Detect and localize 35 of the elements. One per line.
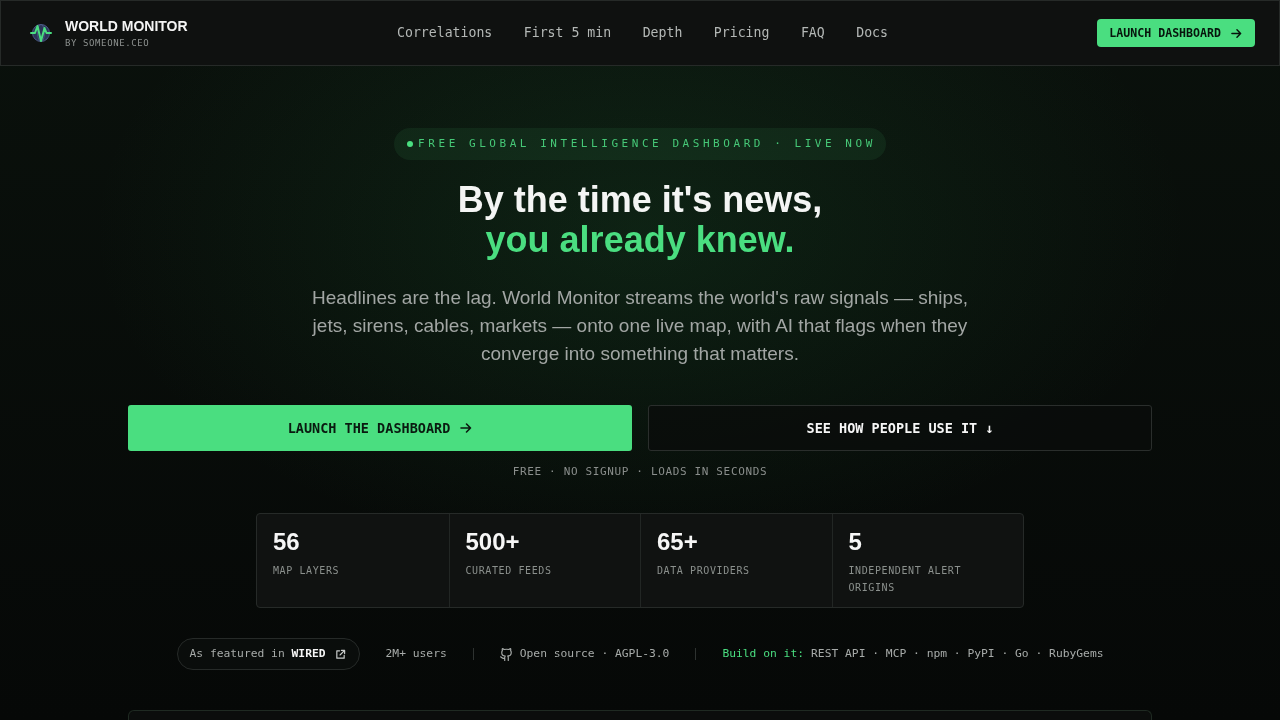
- nav-link[interactable]: Depth: [642, 24, 683, 42]
- nav-link[interactable]: Docs: [856, 24, 888, 42]
- stat-label: INDEPENDENT ALERT ORIGINS: [848, 564, 963, 595]
- stat-value: 56: [273, 528, 301, 556]
- stat-label: CURATED FEEDS: [465, 564, 553, 578]
- headline-line: By the time it's news,: [457, 180, 823, 220]
- stat-label: DATA PROVIDERS: [657, 564, 751, 578]
- build-label: Build on it:: [722, 646, 805, 662]
- arrow-right-icon: [460, 422, 473, 434]
- nav-link[interactable]: FAQ: [800, 24, 825, 42]
- license-text: Open source · AGPL-3.0: [519, 646, 670, 662]
- brand-name: WORLD MONITOR: [65, 17, 188, 35]
- hero-description: Headlines are the lag. World Monitor streams the world's raw signals — ships, jets, sirens, cables, markets — onto one live map, with AI that flags when they converge into something that matters.: [311, 286, 969, 366]
- nav-link[interactable]: Correlations: [397, 24, 493, 42]
- stat-label: MAP LAYERS: [273, 564, 341, 578]
- hero-note: FREE · NO SIGNUP · LOADS IN SECONDS: [512, 464, 768, 480]
- launch-dashboard-button[interactable]: LAUNCH THE DASHBOARD: [128, 405, 632, 451]
- featured-link[interactable]: As featured in WIRED: [176, 638, 360, 670]
- live-badge: FREE GLOBAL INTELLIGENCE DASHBOARD · LIVE NOW: [394, 128, 886, 160]
- use-cases-button[interactable]: SEE HOW PEOPLE USE IT ↓: [648, 405, 1152, 451]
- launch-dashboard-button[interactable]: LAUNCH DASHBOARD: [1097, 19, 1255, 47]
- external-link-icon: [334, 648, 346, 660]
- nav-link[interactable]: Pricing: [713, 24, 770, 42]
- live-dot-icon: [407, 141, 414, 147]
- stat-value: 65+: [657, 528, 699, 556]
- headline-line: you already knew.: [485, 220, 795, 260]
- arrow-right-icon: [1231, 27, 1242, 39]
- waveform-globe-icon: [30, 22, 52, 44]
- build-targets: REST API · MCP · npm · PyPI · Go · RubyGems: [811, 646, 1104, 662]
- users-count: 2M+ users: [385, 646, 447, 662]
- stat-value: 5: [848, 528, 863, 556]
- stat-value: 500+: [465, 528, 521, 556]
- github-icon: [499, 647, 513, 661]
- brand-tagline: BY SOMEONE.CEO: [65, 37, 150, 49]
- nav-link[interactable]: First 5 min: [523, 24, 612, 42]
